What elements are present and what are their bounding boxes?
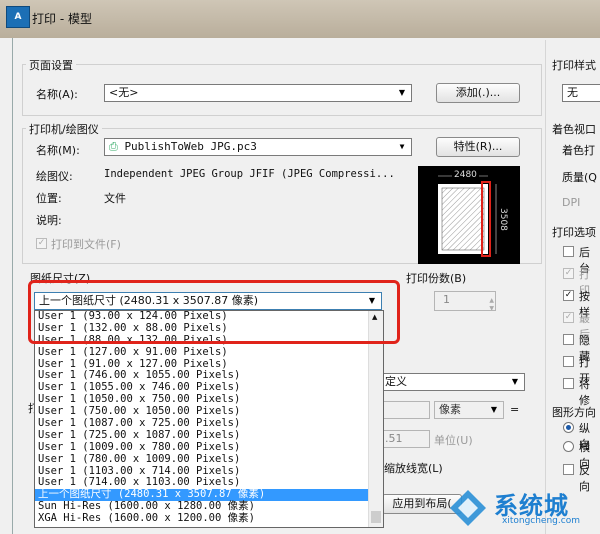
- watermark-url: xitongcheng.com: [502, 516, 580, 526]
- paper-size-option[interactable]: User 1 (725.00 x 1087.00 Pixels): [35, 429, 369, 442]
- printer-properties-button[interactable]: 特性(R)...: [436, 137, 520, 157]
- copies-value: 1: [443, 293, 450, 306]
- plot-to-file-checkbox[interactable]: ✓: [36, 238, 47, 249]
- title-bar: A 打印 - 模型: [0, 0, 600, 38]
- right-panel-divider: [545, 40, 546, 534]
- shaded-viewport-title: 着色视口: [552, 123, 596, 136]
- plot-style-combo[interactable]: 无: [562, 84, 600, 102]
- plot-option-checkbox[interactable]: [563, 378, 574, 389]
- window-title: 打印 - 模型: [32, 12, 92, 26]
- chevron-down-icon: ▼: [399, 142, 405, 151]
- spinner-down-icon[interactable]: ▼: [489, 301, 494, 310]
- paper-size-option[interactable]: User 1 (127.00 x 91.00 Pixels): [35, 346, 369, 359]
- plot-options-title: 打印选项: [552, 226, 596, 239]
- units-label: 单位(U): [434, 434, 473, 447]
- watermark-logo-icon: [450, 490, 486, 526]
- preview-height-label: 3508: [498, 208, 508, 231]
- chevron-down-icon: ▼: [511, 377, 519, 386]
- page-setup-title: 页面设置: [26, 57, 76, 73]
- printer-name-label: 名称(M):: [36, 144, 80, 157]
- watermark: 系统城 xitongcheng.com: [448, 484, 598, 532]
- plot-option-checkbox[interactable]: [563, 334, 574, 345]
- printer-icon: ⎙: [109, 140, 118, 153]
- plot-option-checkbox[interactable]: ✓: [563, 290, 574, 301]
- plot-to-file-label: 打印到文件(F): [51, 238, 121, 251]
- plot-area-custom-combo[interactable]: 定义 ▼: [380, 373, 525, 391]
- units-combo[interactable]: 像素 ▼: [434, 401, 504, 419]
- scale-lineweights-label: 缩放线宽(L): [384, 462, 443, 475]
- portrait-radio[interactable]: [563, 422, 574, 433]
- paper-size-option[interactable]: User 1 (780.00 x 1009.00 Pixels): [35, 453, 369, 466]
- paper-size-option[interactable]: XGA Hi-Res (1600.00 x 1200.00 像素): [35, 512, 369, 525]
- location-value: 文件: [104, 192, 126, 205]
- orientation-title: 图形方向: [552, 406, 596, 419]
- highlight-box: [28, 280, 400, 344]
- plot-style-value: 无: [567, 86, 578, 99]
- scale-field[interactable]: [380, 401, 430, 419]
- scroll-thumb[interactable]: [371, 511, 381, 523]
- paper-preview: 2480 3508: [418, 166, 520, 264]
- shade-plot-label: 着色打: [562, 144, 595, 157]
- equals-sign: =: [510, 403, 520, 416]
- plotter-value: Independent JPEG Group JFIF (JPEG Compre…: [104, 168, 395, 180]
- plot-option-checkbox[interactable]: ✓: [563, 268, 574, 279]
- page-setup-name-label: 名称(A):: [36, 88, 78, 101]
- units-combo-value: 像素: [439, 403, 461, 416]
- description-label: 说明:: [36, 214, 62, 227]
- copies-spinner[interactable]: 1 ▲ ▼: [434, 291, 496, 311]
- copies-label: 打印份数(B): [406, 272, 467, 285]
- printer-name-combo[interactable]: ⎙ PublishToWeb JPG.pc3 ▼: [104, 138, 412, 156]
- units-field[interactable]: .51: [380, 430, 430, 448]
- dpi-label: DPI: [562, 196, 581, 209]
- chevron-down-icon: ▼: [398, 88, 406, 97]
- page-setup-name-combo[interactable]: <无> ▼: [104, 84, 412, 102]
- plot-style-title: 打印样式: [552, 59, 596, 72]
- app-icon: A: [6, 6, 30, 28]
- plotter-label: 绘图仪:: [36, 170, 73, 183]
- add-page-setup-button[interactable]: 添加(.)...: [436, 83, 520, 103]
- printer-name-value: PublishToWeb JPG.pc3: [124, 140, 257, 153]
- plot-option-checkbox[interactable]: [563, 356, 574, 367]
- chevron-down-icon: ▼: [490, 405, 498, 414]
- units-field-value: .51: [385, 432, 403, 445]
- page-setup-name-value: <无>: [109, 86, 139, 99]
- paper-size-option[interactable]: User 1 (1009.00 x 780.00 Pixels): [35, 441, 369, 454]
- quality-label: 质量(Q: [562, 171, 597, 184]
- location-label: 位置:: [36, 192, 62, 205]
- plot-area-custom-value: 定义: [385, 375, 407, 388]
- plot-option-checkbox[interactable]: [563, 246, 574, 257]
- plot-option-checkbox[interactable]: ✓: [563, 312, 574, 323]
- printer-group-title: 打印机/绘图仪: [26, 121, 102, 137]
- reverse-checkbox[interactable]: [563, 464, 574, 475]
- preview-width-label: 2480: [452, 170, 479, 180]
- landscape-radio[interactable]: [563, 441, 574, 452]
